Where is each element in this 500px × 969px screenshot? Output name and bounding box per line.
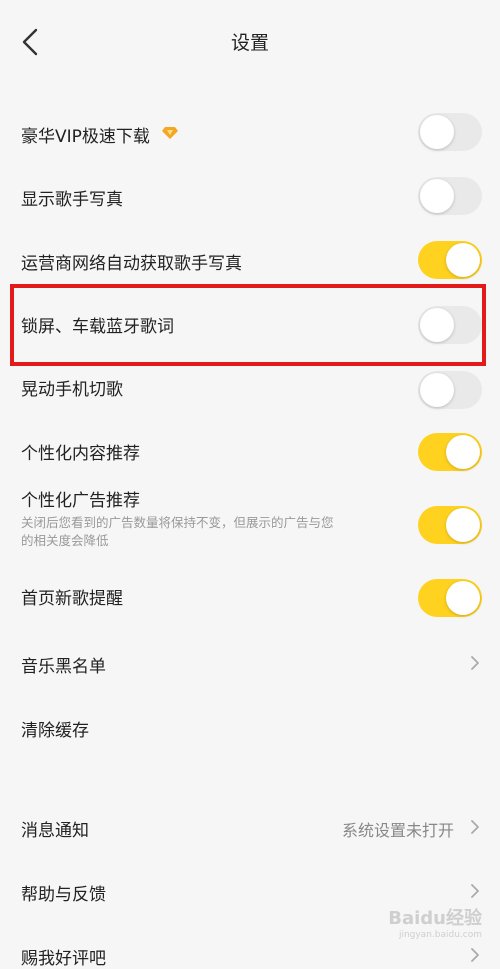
toggle-knob: [446, 581, 480, 615]
page-title: 设置: [230, 32, 269, 54]
setting-row-music-blacklist[interactable]: 音乐黑名单: [0, 632, 500, 694]
setting-label: 豪华VIP极速下载: [21, 127, 150, 147]
setting-row-personal-content: 个性化内容推荐: [0, 422, 500, 482]
setting-label: 消息通知: [21, 821, 89, 841]
setting-row-vip-download: 豪华VIP极速下载: [0, 102, 500, 162]
setting-label: 晃动手机切歌: [21, 380, 123, 400]
setting-label: 锁屏、车载蓝牙歌词: [21, 317, 174, 337]
setting-row-shake-switch: 晃动手机切歌: [0, 358, 500, 418]
toggle-knob: [420, 373, 454, 407]
setting-description: 关闭后您看到的广告数量将保持不变，但展示的广告与您的相关度会降低: [21, 515, 334, 548]
chevron-right-icon: [471, 656, 479, 670]
toggle-knob: [420, 115, 454, 149]
personal-content-toggle[interactable]: [418, 433, 482, 471]
shake-switch-toggle[interactable]: [418, 371, 482, 409]
setting-label: 运营商网络自动获取歌手写真: [21, 254, 242, 274]
carrier-photo-toggle[interactable]: [418, 241, 482, 279]
chevron-right-icon: [471, 884, 479, 898]
toggle-knob: [446, 435, 480, 469]
chevron-right-icon: [471, 820, 479, 834]
setting-label: 首页新歌提醒: [21, 589, 123, 609]
setting-label: 个性化内容推荐: [21, 444, 140, 464]
header: 设置: [0, 0, 500, 84]
toggle-knob: [420, 308, 454, 342]
new-song-reminder-toggle[interactable]: [418, 579, 482, 617]
setting-row-lockscreen-lyrics: 锁屏、车载蓝牙歌词: [0, 294, 500, 356]
singer-photo-toggle[interactable]: [418, 177, 482, 215]
setting-label: 音乐黑名单: [21, 657, 106, 677]
setting-label: 帮助与反馈: [21, 885, 106, 905]
toggle-knob: [420, 179, 454, 213]
setting-row-clear-cache[interactable]: 清除缓存: [0, 696, 500, 758]
toggle-knob: [446, 508, 480, 542]
setting-row-carrier-photo: 运营商网络自动获取歌手写真: [0, 230, 500, 290]
watermark: Baidu经验 jingyan.baidu.com: [370, 900, 490, 950]
setting-row-notifications[interactable]: 消息通知 系统设置未打开: [0, 796, 500, 858]
setting-row-personal-ads: 个性化广告推荐 关闭后您看到的广告数量将保持不变，但展示的广告与您的相关度会降低: [0, 486, 500, 556]
toggle-knob: [446, 243, 480, 277]
personal-ads-toggle[interactable]: [418, 506, 482, 544]
setting-row-singer-photo: 显示歌手写真: [0, 166, 500, 226]
vip-download-toggle[interactable]: [418, 113, 482, 151]
lockscreen-lyrics-toggle[interactable]: [418, 306, 482, 344]
setting-row-new-song-reminder: 首页新歌提醒: [0, 568, 500, 628]
setting-label: 清除缓存: [21, 721, 89, 741]
watermark-logo-text: Baidu经验: [388, 908, 482, 929]
setting-label: 显示歌手写真: [21, 190, 123, 210]
setting-label: 个性化广告推荐: [21, 491, 140, 511]
notification-status-value: 系统设置未打开: [341, 821, 454, 840]
watermark-url: jingyan.baidu.com: [398, 930, 482, 940]
vip-diamond-icon: [161, 125, 178, 145]
setting-label: 赐我好评吧: [21, 949, 106, 969]
